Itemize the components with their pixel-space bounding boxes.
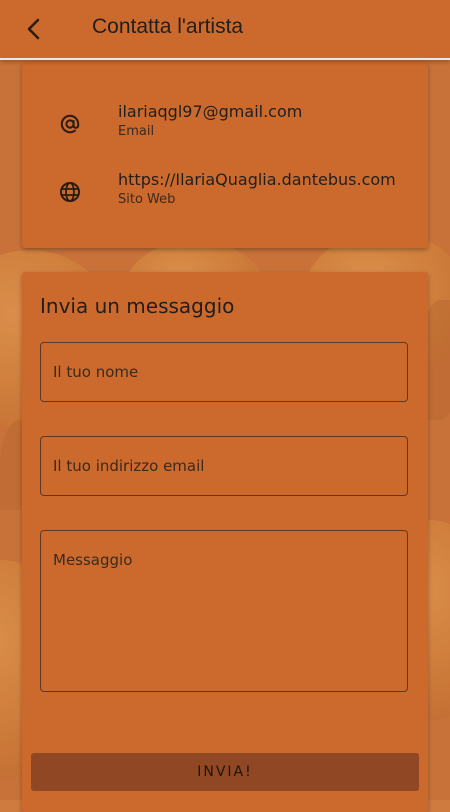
page-title: Contatta l'artista [92, 15, 244, 38]
send-button[interactable]: INVIA! [31, 753, 419, 791]
name-input[interactable] [40, 342, 408, 402]
back-button[interactable] [18, 12, 48, 46]
back-arrow-icon [27, 18, 40, 40]
form-title: Invia un messaggio [40, 294, 235, 318]
globe-icon [60, 182, 80, 202]
email-input[interactable] [40, 436, 408, 496]
contact-website-value[interactable]: https://IlariaQuaglia.dantebus.com [118, 170, 396, 189]
app-bar: Contatta l'artista [0, 0, 450, 60]
at-sign-icon [60, 114, 80, 134]
contact-email-label: Email [118, 124, 155, 139]
contact-email-value[interactable]: ilariaqgl97@gmail.com [118, 102, 302, 121]
message-form-card: Invia un messaggio INVIA! [22, 272, 428, 812]
message-textarea[interactable] [40, 530, 408, 692]
contact-email-row[interactable]: ilariaqgl97@gmail.com Email [22, 102, 428, 160]
contact-info-card: ilariaqgl97@gmail.com Email https://Ilar… [22, 62, 428, 248]
contact-website-row[interactable]: https://IlariaQuaglia.dantebus.com Sito … [22, 170, 428, 228]
contact-website-label: Sito Web [118, 192, 176, 207]
